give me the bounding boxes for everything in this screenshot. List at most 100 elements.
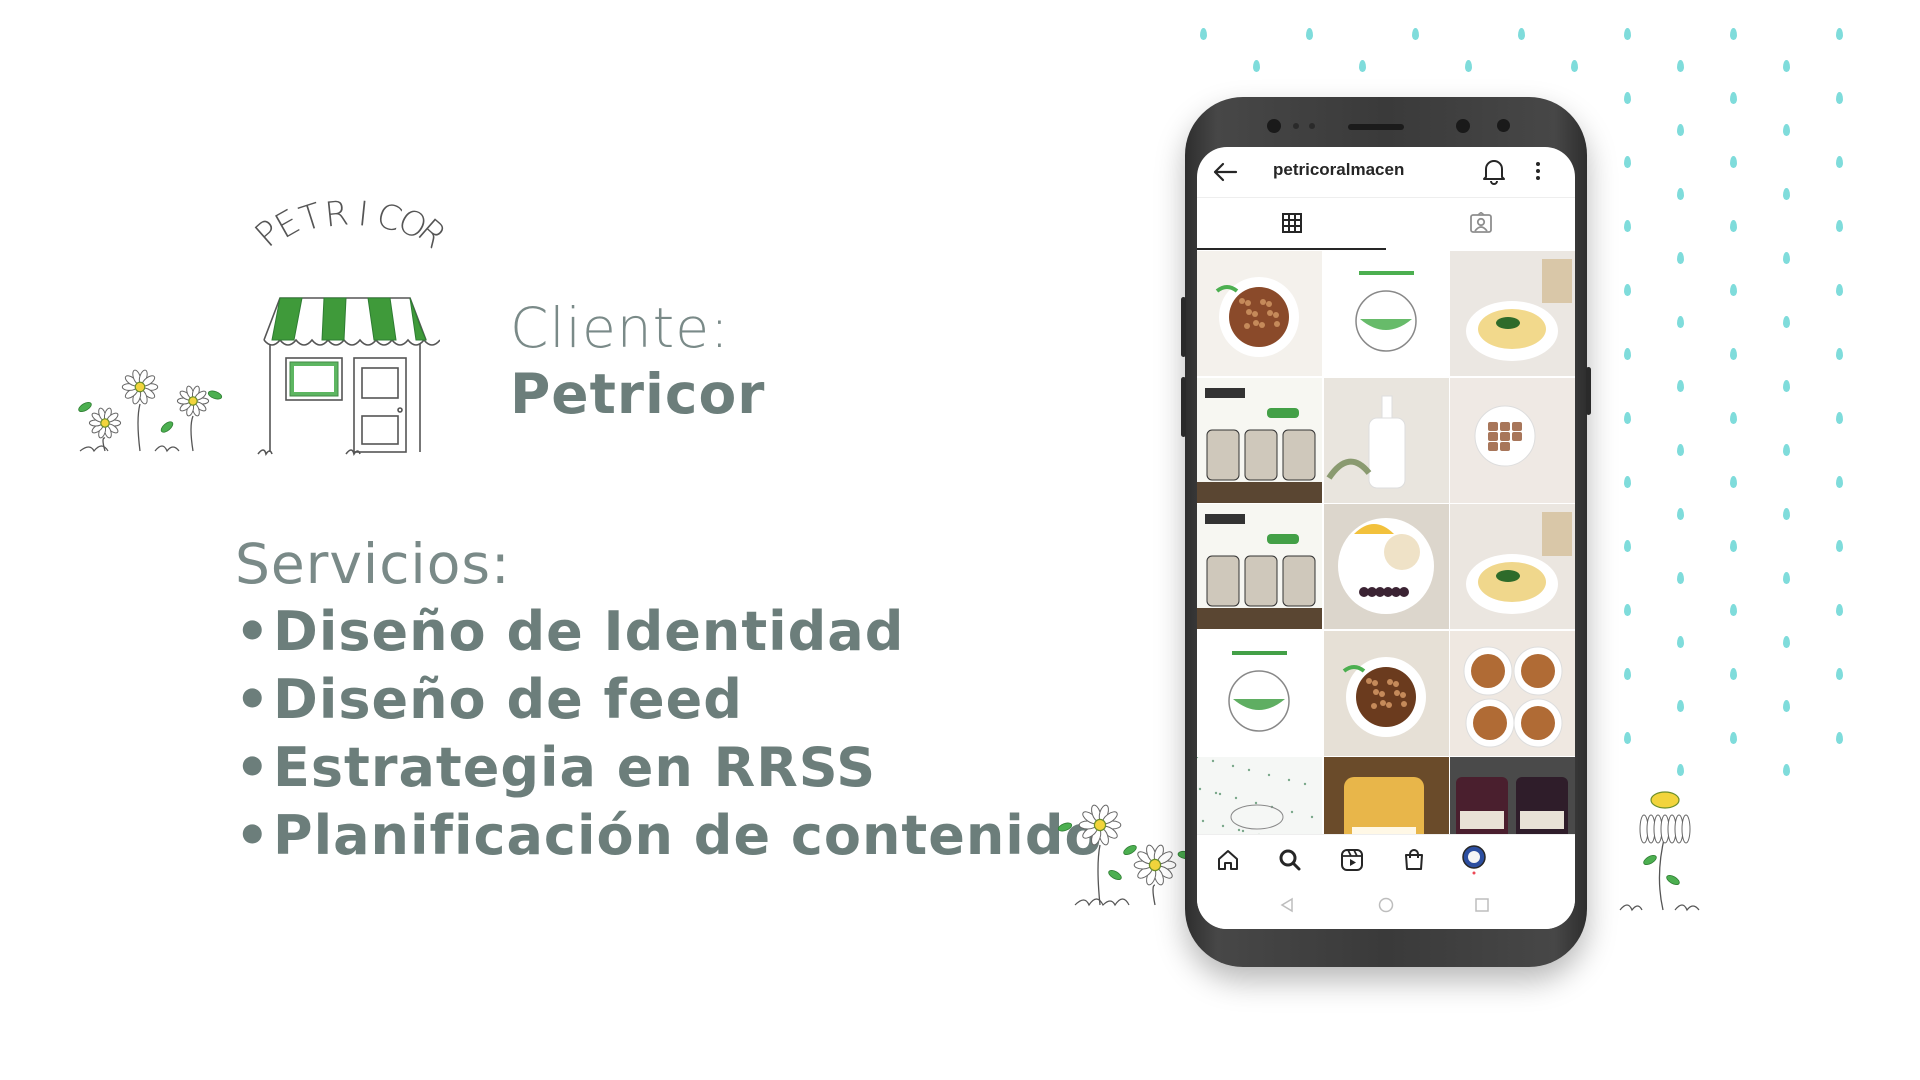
bullet: •	[235, 804, 271, 867]
post-image	[1466, 259, 1572, 361]
post-grid	[1197, 251, 1575, 834]
leaf	[1108, 869, 1122, 881]
post-image	[1197, 757, 1314, 834]
post-thumbnail[interactable]	[1450, 377, 1575, 503]
raindrop	[1730, 92, 1737, 104]
post-thumbnail[interactable]	[1323, 251, 1449, 376]
service-label: Planificación de contenido	[273, 804, 1103, 867]
flower-center	[100, 418, 110, 428]
post-thumbnail[interactable]	[1197, 630, 1322, 756]
raindrop	[1783, 124, 1790, 136]
flower-center	[1093, 818, 1107, 832]
raindrop	[1677, 124, 1684, 136]
raindrop	[1359, 60, 1366, 72]
nav-shop[interactable]	[1399, 845, 1429, 875]
raindrop	[1836, 668, 1843, 680]
raindrop	[1783, 380, 1790, 392]
post-image	[1466, 512, 1572, 614]
post-thumbnail[interactable]	[1323, 377, 1449, 503]
raindrop	[1730, 220, 1737, 232]
post-image	[1197, 514, 1322, 629]
grid-icon	[1281, 213, 1302, 233]
raindrop	[1836, 476, 1843, 488]
raindrop	[1783, 764, 1790, 776]
post-thumbnail[interactable]	[1197, 251, 1322, 376]
raindrop	[1624, 156, 1631, 168]
raindrop	[1730, 668, 1737, 680]
earpiece-speaker	[1348, 124, 1404, 130]
post-image	[1456, 777, 1568, 834]
post-image	[1197, 387, 1322, 503]
post-image	[1215, 277, 1299, 357]
tab-tagged[interactable]	[1386, 198, 1575, 248]
search-icon	[1279, 849, 1301, 871]
nav-home[interactable]	[1213, 845, 1243, 875]
raindrop	[1730, 604, 1737, 616]
wordmark-letter: I	[356, 200, 370, 235]
raindrop	[1624, 28, 1631, 40]
nav-profile[interactable]	[1459, 845, 1489, 875]
service-label: Estrategia en RRSS	[273, 736, 877, 799]
tab-grid[interactable]	[1197, 198, 1386, 250]
raindrop	[1624, 668, 1631, 680]
sensor	[1497, 119, 1510, 132]
back-triangle-icon[interactable]	[1279, 897, 1295, 913]
raindrop	[1677, 188, 1684, 200]
raindrop	[1624, 92, 1631, 104]
post-image	[1228, 650, 1290, 732]
raindrop	[1624, 348, 1631, 360]
post-thumbnail[interactable]	[1197, 377, 1322, 503]
post-thumbnail[interactable]	[1323, 757, 1449, 834]
raindrop	[1624, 476, 1631, 488]
raindrop	[1836, 220, 1843, 232]
daisies-left-illustration	[78, 369, 223, 453]
raindrop	[1677, 316, 1684, 328]
system-nav-bar	[1197, 884, 1575, 929]
post-thumbnail[interactable]	[1323, 630, 1449, 756]
raindrop	[1836, 412, 1843, 424]
raindrop	[1624, 732, 1631, 744]
raindrop	[1836, 540, 1843, 552]
services-list: •Diseño de Identidad •Diseño de feed •Es…	[235, 598, 1103, 870]
raindrop	[1518, 28, 1525, 40]
arrow-left-icon[interactable]	[1212, 161, 1238, 183]
front-camera	[1456, 119, 1470, 133]
home-circle-icon[interactable]	[1378, 897, 1394, 913]
post-thumbnail[interactable]	[1450, 251, 1575, 376]
vertical-dots-icon[interactable]	[1534, 159, 1542, 183]
bell-icon[interactable]	[1481, 157, 1507, 185]
grass	[79, 445, 180, 453]
nav-search[interactable]	[1275, 845, 1305, 875]
raindrop	[1677, 60, 1684, 72]
stem	[137, 403, 141, 452]
bullet: •	[235, 736, 271, 799]
raindrop	[1730, 156, 1737, 168]
post-thumbnail[interactable]	[1450, 757, 1575, 834]
reels-icon	[1341, 849, 1363, 871]
stem	[1658, 834, 1666, 911]
nav-reels[interactable]	[1337, 845, 1367, 875]
daisy-right-illustration	[1619, 791, 1700, 912]
profile-tabs	[1197, 197, 1575, 250]
raindrop	[1624, 284, 1631, 296]
raindrop	[1677, 444, 1684, 456]
raindrop	[1624, 540, 1631, 552]
raindrop	[1836, 92, 1843, 104]
petricor-wordmark: PETR I COR	[247, 200, 453, 257]
stem	[190, 415, 194, 452]
leaf	[160, 421, 174, 433]
post-image	[1474, 405, 1536, 466]
raindrop	[1730, 540, 1737, 552]
recents-square-icon[interactable]	[1474, 897, 1490, 913]
raindrop	[1783, 316, 1790, 328]
post-thumbnail[interactable]	[1450, 630, 1575, 756]
petal	[1681, 814, 1691, 844]
raindrop	[1624, 220, 1631, 232]
profile-header: petricoralmacen	[1197, 147, 1575, 197]
post-thumbnail[interactable]	[1323, 504, 1449, 629]
raindrop	[1836, 348, 1843, 360]
phone-mockup: petricoralmacen	[1181, 97, 1591, 967]
post-thumbnail[interactable]	[1450, 504, 1575, 629]
post-thumbnail[interactable]	[1197, 757, 1322, 834]
post-thumbnail[interactable]	[1197, 504, 1322, 629]
